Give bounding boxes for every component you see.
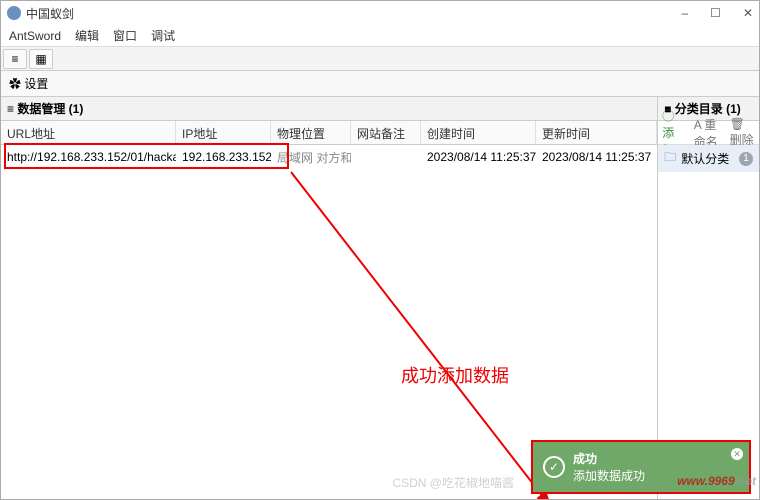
maximize-button[interactable]: ☐ — [710, 6, 721, 20]
menu-debug[interactable]: 调试 — [151, 27, 175, 44]
settings-row[interactable]: ✿ 设置 — [1, 71, 759, 97]
col-updated[interactable]: 更新时间 — [536, 121, 657, 144]
close-button[interactable]: ✕ — [743, 6, 753, 20]
data-panel: ≡ 数据管理 (1) URL地址 IP地址 物理位置 网站备注 创建时间 更新时… — [1, 97, 658, 499]
view-toolbar: ≡ ▦ — [1, 47, 759, 71]
menu-antsword[interactable]: AntSword — [9, 29, 61, 43]
title-bar: 中国蚁剑 – ☐ ✕ — [1, 1, 759, 25]
window-title: 中国蚁剑 — [26, 5, 681, 22]
category-label: 默认分类 — [681, 150, 729, 167]
table-header: URL地址 IP地址 物理位置 网站备注 创建时间 更新时间 — [1, 121, 657, 145]
col-ip[interactable]: IP地址 — [176, 121, 271, 144]
category-default[interactable]: 🗀 默认分类 1 — [658, 145, 759, 172]
cell-location: 局域网 对方和您 — [271, 146, 351, 169]
cell-updated: 2023/08/14 11:25:37 — [536, 147, 657, 167]
cell-ip: 192.168.233.152 — [176, 147, 271, 167]
menu-bar: AntSword 编辑 窗口 调试 — [1, 25, 759, 47]
success-toast: ✓ 成功 添加数据成功 ✕ — [531, 440, 751, 494]
list-view-button[interactable]: ≡ — [3, 49, 27, 69]
minimize-button[interactable]: – — [681, 6, 688, 20]
toast-title: 成功 — [573, 450, 645, 467]
table-row[interactable]: http://192.168.233.152/01/hackal 192.168… — [1, 145, 657, 169]
annotation-arrow — [21, 147, 581, 500]
category-panel: ■ 分类目录 (1) ◯ 添加 A 重命名 🗑 删除 🗀 默认分类 1 — [658, 97, 759, 499]
toast-subtitle: 添加数据成功 — [573, 467, 645, 484]
delete-button[interactable]: 🗑 删除 — [730, 117, 755, 148]
cell-created: 2023/08/14 11:25:37 — [421, 147, 536, 167]
col-url[interactable]: URL地址 — [1, 121, 176, 144]
cell-url: http://192.168.233.152/01/hackal — [1, 147, 176, 167]
category-count: 1 — [739, 152, 753, 166]
grid-view-button[interactable]: ▦ — [29, 49, 53, 69]
col-created[interactable]: 创建时间 — [421, 121, 536, 144]
col-note[interactable]: 网站备注 — [351, 121, 421, 144]
toast-close[interactable]: ✕ — [731, 448, 743, 460]
cell-note — [351, 154, 421, 160]
folder-icon: 🗀 — [664, 148, 676, 169]
menu-edit[interactable]: 编辑 — [75, 27, 99, 44]
annotation-text: 成功添加数据 — [401, 362, 509, 388]
menu-window[interactable]: 窗口 — [113, 27, 137, 44]
col-location[interactable]: 物理位置 — [271, 121, 351, 144]
app-icon — [7, 6, 21, 20]
data-panel-header: ≡ 数据管理 (1) — [1, 97, 657, 121]
check-icon: ✓ — [543, 456, 565, 478]
settings-label: ✿ 设置 — [9, 75, 48, 92]
